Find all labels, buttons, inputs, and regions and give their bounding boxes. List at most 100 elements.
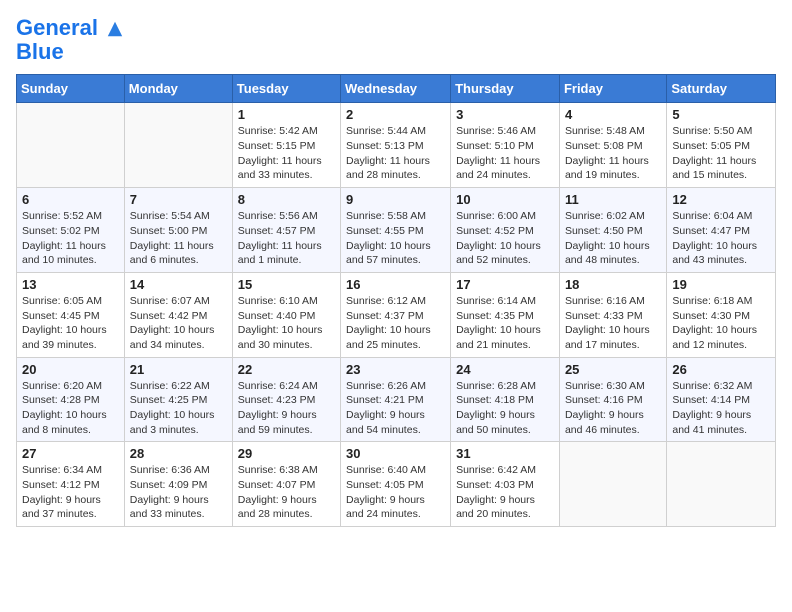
day-info: Sunrise: 6:10 AM Sunset: 4:40 PM Dayligh… xyxy=(238,294,335,353)
day-number: 22 xyxy=(238,362,335,377)
day-number: 2 xyxy=(346,107,445,122)
calendar-cell: 15 Sunrise: 6:10 AM Sunset: 4:40 PM Dayli… xyxy=(232,272,340,357)
day-info: Sunrise: 5:58 AM Sunset: 4:55 PM Dayligh… xyxy=(346,209,445,268)
day-info: Sunrise: 6:28 AM Sunset: 4:18 PM Dayligh… xyxy=(456,379,554,438)
day-number: 7 xyxy=(130,192,227,207)
day-info: Sunrise: 5:48 AM Sunset: 5:08 PM Dayligh… xyxy=(565,124,661,183)
calendar-cell: 4 Sunrise: 5:48 AM Sunset: 5:08 PM Daylig… xyxy=(559,103,666,188)
day-number: 4 xyxy=(565,107,661,122)
logo-text: General xyxy=(16,16,124,40)
day-info: Sunrise: 6:18 AM Sunset: 4:30 PM Dayligh… xyxy=(672,294,770,353)
calendar-cell xyxy=(17,103,125,188)
calendar-cell: 16 Sunrise: 6:12 AM Sunset: 4:37 PM Dayli… xyxy=(341,272,451,357)
day-info: Sunrise: 6:04 AM Sunset: 4:47 PM Dayligh… xyxy=(672,209,770,268)
day-info: Sunrise: 6:38 AM Sunset: 4:07 PM Dayligh… xyxy=(238,463,335,522)
calendar-cell: 30 Sunrise: 6:40 AM Sunset: 4:05 PM Dayli… xyxy=(341,442,451,527)
day-number: 24 xyxy=(456,362,554,377)
day-number: 21 xyxy=(130,362,227,377)
day-info: Sunrise: 6:14 AM Sunset: 4:35 PM Dayligh… xyxy=(456,294,554,353)
day-number: 11 xyxy=(565,192,661,207)
day-number: 16 xyxy=(346,277,445,292)
calendar-cell: 25 Sunrise: 6:30 AM Sunset: 4:16 PM Dayli… xyxy=(559,357,666,442)
weekday-header-friday: Friday xyxy=(559,75,666,103)
day-number: 26 xyxy=(672,362,770,377)
day-number: 28 xyxy=(130,446,227,461)
calendar-cell: 12 Sunrise: 6:04 AM Sunset: 4:47 PM Dayli… xyxy=(667,188,776,273)
calendar-cell: 8Sunrise: 5:56 AM Sunset: 4:57 PM Daylig… xyxy=(232,188,340,273)
calendar-cell: 3 Sunrise: 5:46 AM Sunset: 5:10 PM Daylig… xyxy=(451,103,560,188)
calendar-cell: 21 Sunrise: 6:22 AM Sunset: 4:25 PM Dayli… xyxy=(124,357,232,442)
weekday-header-thursday: Thursday xyxy=(451,75,560,103)
day-info: Sunrise: 5:44 AM Sunset: 5:13 PM Dayligh… xyxy=(346,124,445,183)
day-info: Sunrise: 6:32 AM Sunset: 4:14 PM Dayligh… xyxy=(672,379,770,438)
day-number: 29 xyxy=(238,446,335,461)
calendar-cell: 20 Sunrise: 6:20 AM Sunset: 4:28 PM Dayli… xyxy=(17,357,125,442)
day-info: Sunrise: 6:00 AM Sunset: 4:52 PM Dayligh… xyxy=(456,209,554,268)
calendar-week-row: 1 Sunrise: 5:42 AM Sunset: 5:15 PM Daylig… xyxy=(17,103,776,188)
day-number: 13 xyxy=(22,277,119,292)
calendar-cell: 18Sunrise: 6:16 AM Sunset: 4:33 PM Dayli… xyxy=(559,272,666,357)
day-info: Sunrise: 6:42 AM Sunset: 4:03 PM Dayligh… xyxy=(456,463,554,522)
calendar-week-row: 6 Sunrise: 5:52 AM Sunset: 5:02 PM Daylig… xyxy=(17,188,776,273)
calendar-week-row: 20 Sunrise: 6:20 AM Sunset: 4:28 PM Dayli… xyxy=(17,357,776,442)
day-info: Sunrise: 5:54 AM Sunset: 5:00 PM Dayligh… xyxy=(130,209,227,268)
day-number: 20 xyxy=(22,362,119,377)
day-number: 23 xyxy=(346,362,445,377)
calendar-cell xyxy=(667,442,776,527)
day-info: Sunrise: 6:05 AM Sunset: 4:45 PM Dayligh… xyxy=(22,294,119,353)
calendar-cell: 10Sunrise: 6:00 AM Sunset: 4:52 PM Dayli… xyxy=(451,188,560,273)
weekday-header-row: SundayMondayTuesdayWednesdayThursdayFrid… xyxy=(17,75,776,103)
calendar-cell: 9 Sunrise: 5:58 AM Sunset: 4:55 PM Daylig… xyxy=(341,188,451,273)
calendar-cell: 6 Sunrise: 5:52 AM Sunset: 5:02 PM Daylig… xyxy=(17,188,125,273)
weekday-header-monday: Monday xyxy=(124,75,232,103)
calendar-cell: 24 Sunrise: 6:28 AM Sunset: 4:18 PM Dayli… xyxy=(451,357,560,442)
day-info: Sunrise: 6:30 AM Sunset: 4:16 PM Dayligh… xyxy=(565,379,661,438)
day-number: 5 xyxy=(672,107,770,122)
day-number: 9 xyxy=(346,192,445,207)
weekday-header-tuesday: Tuesday xyxy=(232,75,340,103)
calendar-cell: 5Sunrise: 5:50 AM Sunset: 5:05 PM Daylig… xyxy=(667,103,776,188)
day-info: Sunrise: 5:52 AM Sunset: 5:02 PM Dayligh… xyxy=(22,209,119,268)
day-info: Sunrise: 5:46 AM Sunset: 5:10 PM Dayligh… xyxy=(456,124,554,183)
day-info: Sunrise: 6:12 AM Sunset: 4:37 PM Dayligh… xyxy=(346,294,445,353)
day-info: Sunrise: 6:20 AM Sunset: 4:28 PM Dayligh… xyxy=(22,379,119,438)
day-info: Sunrise: 6:34 AM Sunset: 4:12 PM Dayligh… xyxy=(22,463,119,522)
calendar-cell: 2 Sunrise: 5:44 AM Sunset: 5:13 PM Daylig… xyxy=(341,103,451,188)
day-number: 3 xyxy=(456,107,554,122)
day-info: Sunrise: 6:26 AM Sunset: 4:21 PM Dayligh… xyxy=(346,379,445,438)
calendar-cell xyxy=(124,103,232,188)
day-info: Sunrise: 6:07 AM Sunset: 4:42 PM Dayligh… xyxy=(130,294,227,353)
calendar-cell xyxy=(559,442,666,527)
day-number: 27 xyxy=(22,446,119,461)
day-number: 25 xyxy=(565,362,661,377)
calendar-table: SundayMondayTuesdayWednesdayThursdayFrid… xyxy=(16,74,776,527)
calendar-cell: 31 Sunrise: 6:42 AM Sunset: 4:03 PM Dayli… xyxy=(451,442,560,527)
weekday-header-saturday: Saturday xyxy=(667,75,776,103)
day-number: 19 xyxy=(672,277,770,292)
day-number: 1 xyxy=(238,107,335,122)
page-header: General Blue xyxy=(16,16,776,64)
day-number: 17 xyxy=(456,277,554,292)
calendar-cell: 22 Sunrise: 6:24 AM Sunset: 4:23 PM Dayli… xyxy=(232,357,340,442)
calendar-cell: 28 Sunrise: 6:36 AM Sunset: 4:09 PM Dayli… xyxy=(124,442,232,527)
day-info: Sunrise: 6:24 AM Sunset: 4:23 PM Dayligh… xyxy=(238,379,335,438)
day-number: 6 xyxy=(22,192,119,207)
day-number: 30 xyxy=(346,446,445,461)
weekday-header-sunday: Sunday xyxy=(17,75,125,103)
day-number: 31 xyxy=(456,446,554,461)
day-info: Sunrise: 6:22 AM Sunset: 4:25 PM Dayligh… xyxy=(130,379,227,438)
day-info: Sunrise: 5:42 AM Sunset: 5:15 PM Dayligh… xyxy=(238,124,335,183)
day-number: 15 xyxy=(238,277,335,292)
calendar-cell: 7 Sunrise: 5:54 AM Sunset: 5:00 PM Daylig… xyxy=(124,188,232,273)
calendar-cell: 11Sunrise: 6:02 AM Sunset: 4:50 PM Dayli… xyxy=(559,188,666,273)
calendar-cell: 29 Sunrise: 6:38 AM Sunset: 4:07 PM Dayli… xyxy=(232,442,340,527)
calendar-cell: 27 Sunrise: 6:34 AM Sunset: 4:12 PM Dayli… xyxy=(17,442,125,527)
day-info: Sunrise: 6:36 AM Sunset: 4:09 PM Dayligh… xyxy=(130,463,227,522)
calendar-cell: 14Sunrise: 6:07 AM Sunset: 4:42 PM Dayli… xyxy=(124,272,232,357)
day-number: 12 xyxy=(672,192,770,207)
logo-blue-text: Blue xyxy=(16,40,124,64)
day-info: Sunrise: 6:40 AM Sunset: 4:05 PM Dayligh… xyxy=(346,463,445,522)
calendar-cell: 19 Sunrise: 6:18 AM Sunset: 4:30 PM Dayli… xyxy=(667,272,776,357)
calendar-cell: 1 Sunrise: 5:42 AM Sunset: 5:15 PM Daylig… xyxy=(232,103,340,188)
calendar-cell: 23 Sunrise: 6:26 AM Sunset: 4:21 PM Dayli… xyxy=(341,357,451,442)
